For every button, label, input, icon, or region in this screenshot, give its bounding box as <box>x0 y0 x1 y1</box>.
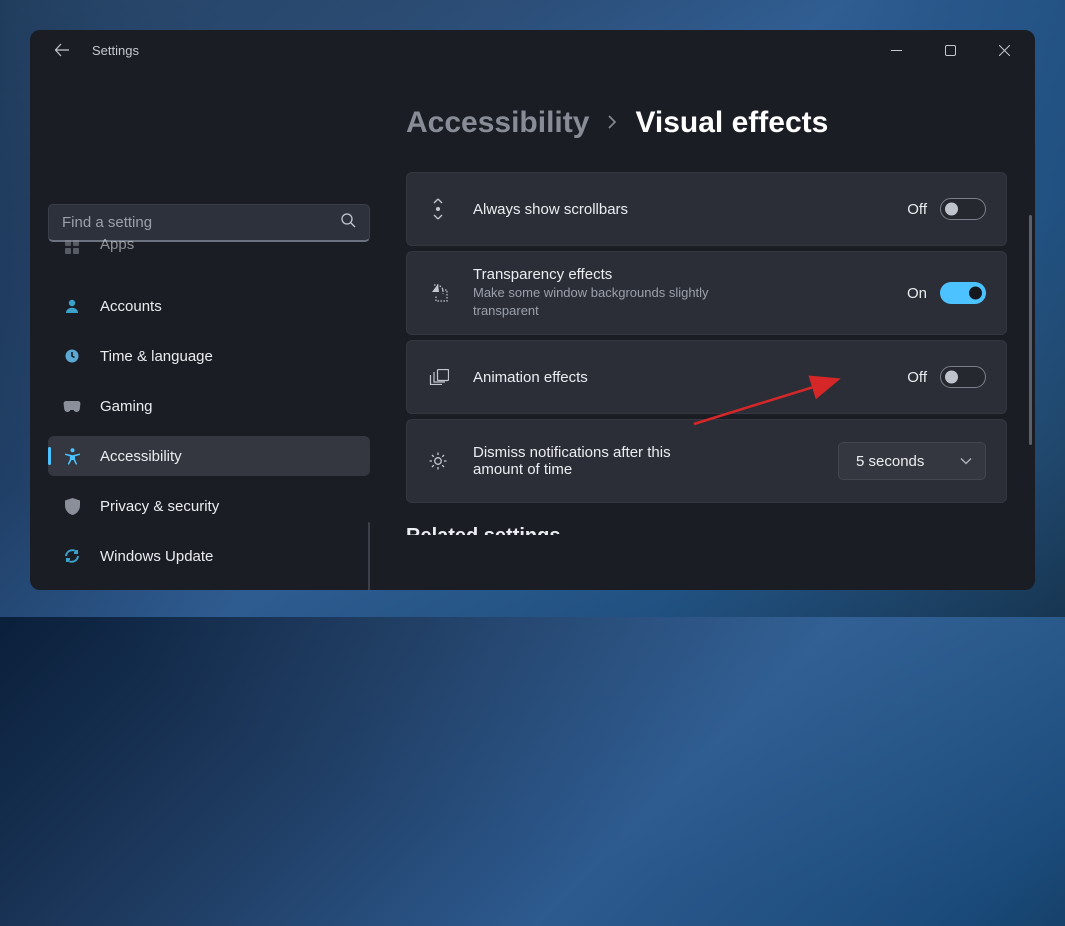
sidebar-item-accounts[interactable]: Accounts <box>48 286 370 326</box>
toggle-state-label: Off <box>907 201 927 218</box>
setting-title: Dismiss notifications after this amount … <box>473 444 723 478</box>
sidebar: Apps Accounts Time & language <box>30 70 388 590</box>
search-icon <box>341 213 356 233</box>
brightness-icon <box>427 451 449 471</box>
setting-animation-effects[interactable]: Animation effects Off <box>406 340 1007 414</box>
setting-transparency-effects[interactable]: Transparency effects Make some window ba… <box>406 251 1007 335</box>
notifications-duration-dropdown[interactable]: 5 seconds <box>838 442 986 480</box>
clock-icon <box>63 347 81 365</box>
setting-title: Transparency effects <box>473 266 907 283</box>
main-area: Accessibility Visual effects Always show… <box>388 70 1035 590</box>
app-title: Settings <box>92 43 139 58</box>
toggle-state-label: Off <box>907 369 927 386</box>
minimize-icon <box>891 45 902 56</box>
content-row: Apps Accounts Time & language <box>30 70 1035 590</box>
breadcrumb-current: Visual effects <box>635 106 828 140</box>
close-icon <box>999 45 1010 56</box>
scrollbars-toggle[interactable] <box>940 198 986 220</box>
settings-panel: Always show scrollbars Off <box>388 172 1021 503</box>
scrollbar-icon <box>427 198 449 220</box>
transparency-icon <box>427 283 449 303</box>
toggle-knob <box>945 203 958 216</box>
accessibility-icon <box>63 447 81 465</box>
sidebar-item-accessibility[interactable]: Accessibility <box>48 436 370 476</box>
shield-icon <box>63 497 81 515</box>
search-input[interactable] <box>48 204 370 242</box>
sidebar-item-label: Gaming <box>100 398 153 415</box>
transparency-toggle[interactable] <box>940 282 986 304</box>
main-scrollbar-thumb[interactable] <box>1029 215 1032 445</box>
breadcrumb: Accessibility Visual effects <box>388 106 1021 140</box>
maximize-button[interactable] <box>927 34 973 66</box>
breadcrumb-parent[interactable]: Accessibility <box>406 106 589 140</box>
setting-title: Always show scrollbars <box>473 201 907 218</box>
chevron-down-icon <box>960 452 972 470</box>
settings-window: Settings <box>30 30 1035 590</box>
back-button[interactable] <box>50 38 74 62</box>
maximize-icon <box>945 45 956 56</box>
dropdown-value: 5 seconds <box>856 453 924 470</box>
gamepad-icon <box>63 397 81 415</box>
animation-icon <box>427 369 449 385</box>
sidebar-item-privacy[interactable]: Privacy & security <box>48 486 370 526</box>
setting-title: Animation effects <box>473 369 907 386</box>
nav-list: Apps Accounts Time & language <box>48 242 370 576</box>
sidebar-item-time-language[interactable]: Time & language <box>48 336 370 376</box>
setting-dismiss-notifications[interactable]: Dismiss notifications after this amount … <box>406 419 1007 503</box>
person-icon <box>63 297 81 315</box>
close-button[interactable] <box>981 34 1027 66</box>
sidebar-item-label: Windows Update <box>100 548 213 565</box>
sidebar-item-gaming[interactable]: Gaming <box>48 386 370 426</box>
toggle-knob <box>945 371 958 384</box>
apps-icon <box>63 238 81 256</box>
sidebar-scrollbar[interactable] <box>368 522 370 590</box>
related-settings-heading: Related settings <box>388 525 1021 535</box>
sidebar-item-label: Accessibility <box>100 448 182 465</box>
search-box <box>48 204 370 242</box>
update-icon <box>63 547 81 565</box>
setting-always-show-scrollbars[interactable]: Always show scrollbars Off <box>406 172 1007 246</box>
minimize-button[interactable] <box>873 34 919 66</box>
sidebar-item-update[interactable]: Windows Update <box>48 536 370 576</box>
animation-toggle[interactable] <box>940 366 986 388</box>
toggle-state-label: On <box>907 285 927 302</box>
chevron-right-icon <box>607 113 617 134</box>
titlebar: Settings <box>30 30 1035 70</box>
sidebar-item-label: Apps <box>100 236 134 253</box>
main-scrollbar-track[interactable] <box>1025 70 1035 590</box>
toggle-knob <box>969 287 982 300</box>
sidebar-item-label: Time & language <box>100 348 213 365</box>
back-arrow-icon <box>54 42 70 58</box>
window-controls <box>873 34 1027 66</box>
sidebar-item-label: Accounts <box>100 298 162 315</box>
sidebar-item-apps[interactable]: Apps <box>48 242 370 276</box>
setting-description: Make some window backgrounds slightly tr… <box>473 284 733 319</box>
selection-indicator <box>48 447 51 465</box>
main-content: Accessibility Visual effects Always show… <box>388 70 1025 590</box>
sidebar-item-label: Privacy & security <box>100 498 219 515</box>
